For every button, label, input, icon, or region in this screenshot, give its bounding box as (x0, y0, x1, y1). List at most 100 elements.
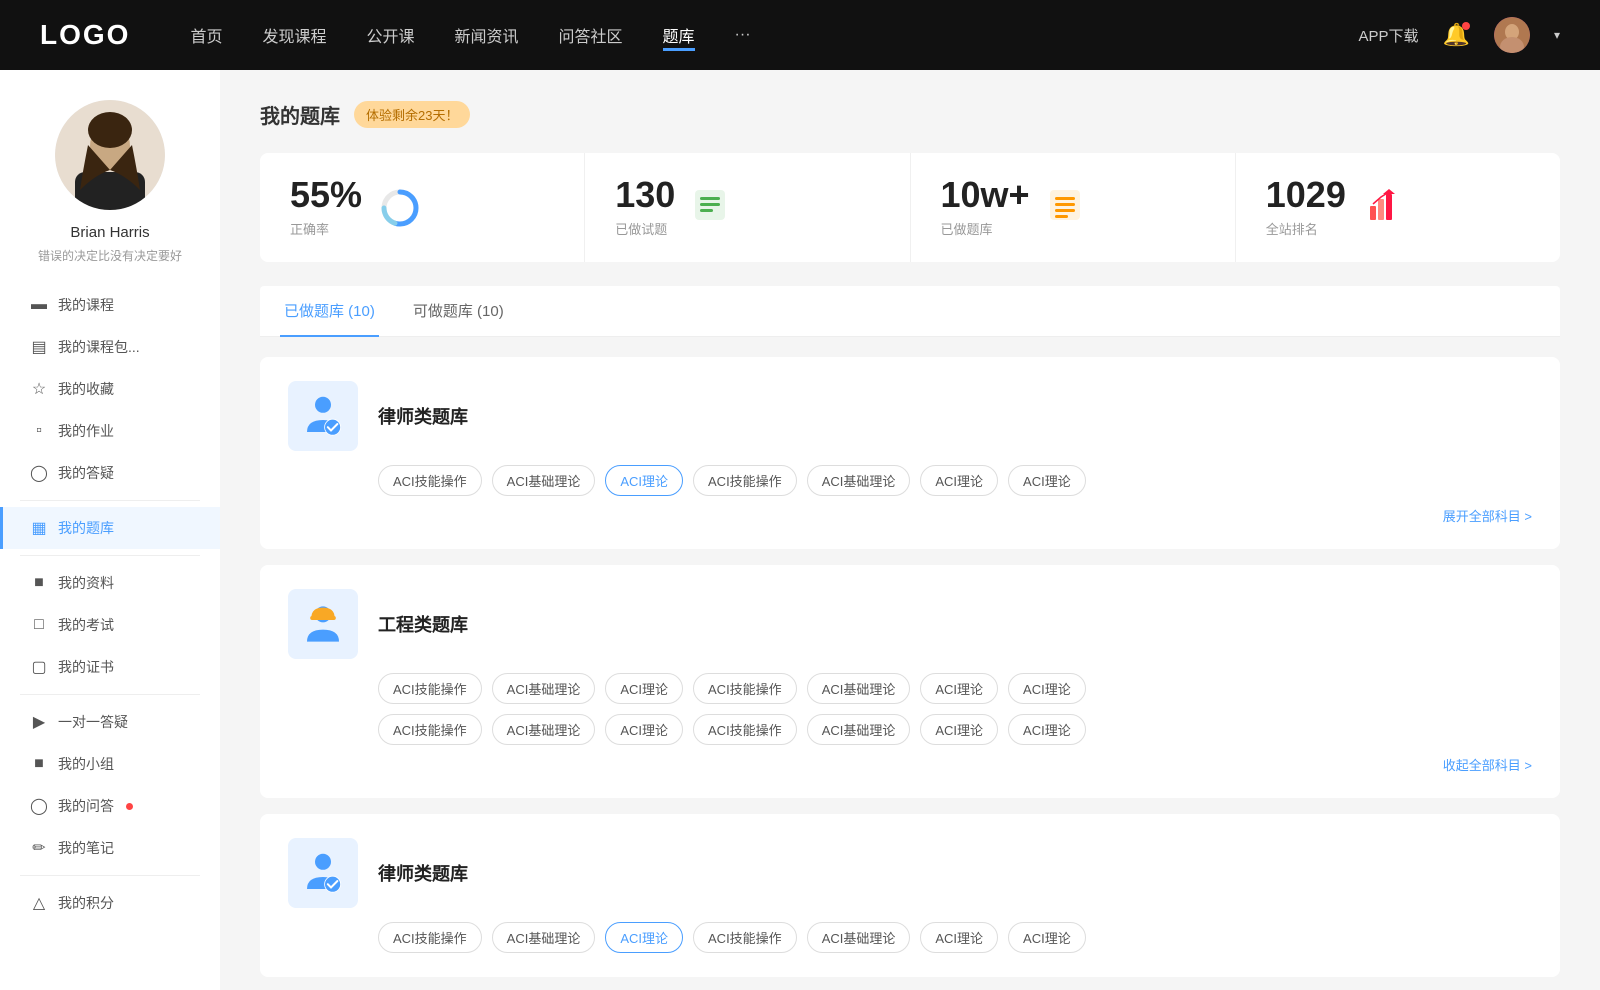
one-on-one-icon: ▶ (30, 712, 48, 732)
sidebar-item-my-course[interactable]: ▬ 我的课程 (0, 284, 220, 326)
sidebar: Brian Harris 错误的决定比没有决定要好 ▬ 我的课程 ▤ 我的课程包… (0, 70, 220, 990)
sidebar-item-my-data[interactable]: ■ 我的资料 (0, 562, 220, 604)
eng-tag-r1-5[interactable]: ACI理论 (920, 673, 998, 704)
question-dot (126, 803, 133, 810)
app-download-btn[interactable]: APP下载 (1359, 25, 1419, 46)
tabs-row: 已做题库 (10) 可做题库 (10) (260, 286, 1560, 337)
lawyer-icon (299, 392, 347, 440)
my-course-icon: ▬ (30, 296, 48, 314)
sidebar-item-label: 一对一答疑 (58, 712, 128, 732)
navbar: LOGO 首页 发现课程 公开课 新闻资讯 问答社区 题库 ··· APP下载 … (0, 0, 1600, 70)
eng-tag-r1-1[interactable]: ACI基础理论 (492, 673, 596, 704)
eng-tag-r1-6[interactable]: ACI理论 (1008, 673, 1086, 704)
eng-tag-r2-0[interactable]: ACI技能操作 (378, 714, 482, 745)
tag-2[interactable]: ACI理论 (605, 465, 683, 496)
sidebar-item-my-qa[interactable]: ◯ 我的答疑 (0, 452, 220, 494)
sidebar-motto: 错误的决定比没有决定要好 (28, 247, 192, 264)
nav-opencourse[interactable]: 公开课 (366, 19, 414, 51)
l2-tag-2[interactable]: ACI理论 (605, 922, 683, 953)
done-banks-icon (1046, 186, 1084, 229)
sidebar-item-my-group[interactable]: ■ 我的小组 (0, 743, 220, 785)
eng-tag-r2-6[interactable]: ACI理论 (1008, 714, 1086, 745)
sidebar-item-label: 我的积分 (58, 893, 114, 913)
l2-tag-5[interactable]: ACI理论 (920, 922, 998, 953)
done-questions-icon (691, 186, 729, 229)
my-group-icon: ■ (30, 755, 48, 773)
l2-tag-4[interactable]: ACI基础理论 (807, 922, 911, 953)
my-points-icon: △ (30, 893, 48, 913)
nav-news[interactable]: 新闻资讯 (455, 19, 519, 51)
stat-done-banks-label: 已做题库 (941, 219, 1030, 238)
eng-tag-r2-5[interactable]: ACI理论 (920, 714, 998, 745)
l2-tag-1[interactable]: ACI基础理论 (492, 922, 596, 953)
navbar-right: APP下载 🔔 ▾ (1359, 17, 1560, 53)
eng-tag-r2-3[interactable]: ACI技能操作 (693, 714, 797, 745)
nav-home[interactable]: 首页 (190, 19, 222, 51)
qbank-lawyer-2-title: 律师类题库 (378, 860, 468, 886)
sidebar-item-label: 我的证书 (58, 657, 114, 677)
tag-6[interactable]: ACI理论 (1008, 465, 1086, 496)
eng-tag-r1-0[interactable]: ACI技能操作 (378, 673, 482, 704)
l2-tag-3[interactable]: ACI技能操作 (693, 922, 797, 953)
lawyer-2-icon (299, 849, 347, 897)
tag-5[interactable]: ACI理论 (920, 465, 998, 496)
stat-accuracy-text: 55% 正确率 (290, 177, 362, 238)
stat-accuracy-value: 55% (290, 177, 362, 213)
trial-badge: 体验剩余23天！ (354, 101, 470, 128)
sidebar-item-my-exam[interactable]: □ 我的考试 (0, 604, 220, 646)
sidebar-username: Brian Harris (70, 224, 149, 241)
l2-tag-0[interactable]: ACI技能操作 (378, 922, 482, 953)
eng-tag-r2-1[interactable]: ACI基础理论 (492, 714, 596, 745)
favorites-icon: ☆ (30, 379, 48, 399)
stat-accuracy-label: 正确率 (290, 219, 362, 238)
tag-3[interactable]: ACI技能操作 (693, 465, 797, 496)
my-qa-icon: ◯ (30, 463, 48, 483)
tag-4[interactable]: ACI基础理论 (807, 465, 911, 496)
stat-done-banks-value: 10w+ (941, 177, 1030, 213)
sidebar-item-homework[interactable]: ▫ 我的作业 (0, 410, 220, 452)
tag-0[interactable]: ACI技能操作 (378, 465, 482, 496)
l2-tag-6[interactable]: ACI理论 (1008, 922, 1086, 953)
collapse-engineer-btn[interactable]: 收起全部科目 > (1443, 755, 1532, 774)
nav-qbank[interactable]: 题库 (663, 19, 695, 51)
sidebar-item-one-on-one[interactable]: ▶ 一对一答疑 (0, 701, 220, 743)
sidebar-item-my-question[interactable]: ◯ 我的问答 (0, 785, 220, 827)
stat-site-rank-text: 1029 全站排名 (1266, 177, 1346, 238)
site-rank-icon (1362, 186, 1400, 229)
nav-more[interactable]: ··· (735, 22, 751, 48)
sidebar-item-my-points[interactable]: △ 我的积分 (0, 882, 220, 924)
stat-done-banks-text: 10w+ 已做题库 (941, 177, 1030, 238)
nav-qa[interactable]: 问答社区 (559, 19, 623, 51)
qbank-lawyer-2-icon-wrap (288, 838, 358, 908)
eng-tag-r1-4[interactable]: ACI基础理论 (807, 673, 911, 704)
sidebar-item-course-package[interactable]: ▤ 我的课程包... (0, 326, 220, 368)
user-avatar[interactable] (1494, 17, 1530, 53)
eng-tag-r2-2[interactable]: ACI理论 (605, 714, 683, 745)
sidebar-avatar (55, 100, 165, 210)
sidebar-item-favorites[interactable]: ☆ 我的收藏 (0, 368, 220, 410)
sidebar-item-my-notes[interactable]: ✏ 我的笔记 (0, 827, 220, 869)
eng-tag-r1-3[interactable]: ACI技能操作 (693, 673, 797, 704)
sidebar-item-label: 我的课程包... (58, 337, 140, 357)
user-chevron-icon[interactable]: ▾ (1554, 28, 1560, 42)
expand-lawyer-1-btn[interactable]: 展开全部科目 > (1443, 506, 1532, 525)
accuracy-donut-chart (378, 186, 422, 230)
certificate-icon: ▢ (30, 657, 48, 677)
sidebar-item-label: 我的收藏 (58, 379, 114, 399)
sidebar-item-qbank[interactable]: ▦ 我的题库 (0, 507, 220, 549)
sidebar-item-certificate[interactable]: ▢ 我的证书 (0, 646, 220, 688)
qbank-engineer-title: 工程类题库 (378, 611, 468, 637)
sidebar-item-label: 我的作业 (58, 421, 114, 441)
qbank-engineer-icon-wrap (288, 589, 358, 659)
notification-bell[interactable]: 🔔 (1443, 22, 1470, 48)
sidebar-item-label: 我的资料 (58, 573, 114, 593)
nav-discover[interactable]: 发现课程 (262, 19, 326, 51)
eng-tag-r1-2[interactable]: ACI理论 (605, 673, 683, 704)
tag-1[interactable]: ACI基础理论 (492, 465, 596, 496)
sidebar-item-label: 我的笔记 (58, 838, 114, 858)
eng-tag-r2-4[interactable]: ACI基础理论 (807, 714, 911, 745)
tab-done-banks[interactable]: 已做题库 (10) (280, 286, 379, 337)
tab-available-banks[interactable]: 可做题库 (10) (409, 286, 508, 337)
sidebar-item-label: 我的小组 (58, 754, 114, 774)
my-question-icon: ◯ (30, 796, 48, 816)
